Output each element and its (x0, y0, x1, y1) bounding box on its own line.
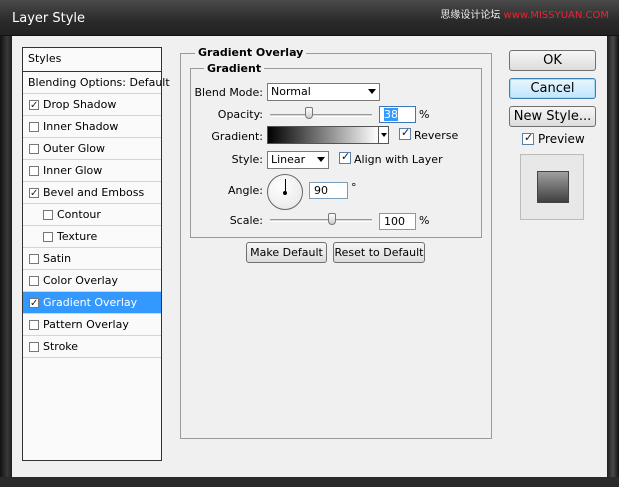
reverse-checkbox[interactable] (399, 126, 411, 140)
window-title: Layer Style (12, 11, 86, 26)
style-label: Style: (231, 153, 263, 166)
style-select[interactable]: Linear (267, 151, 329, 169)
blend-mode-select[interactable]: Normal (267, 83, 380, 101)
style-item-label: Gradient Overlay (43, 296, 138, 309)
style-item-label: Texture (57, 230, 98, 243)
layer-style-dialog: Layer Style 思缘设计论坛 www.MISSYUAN.COM Styl… (0, 0, 619, 487)
style-item-label: Pattern Overlay (43, 318, 129, 331)
style-item-label: Outer Glow (43, 142, 106, 155)
angle-label: Angle: (227, 184, 263, 197)
style-item-label: Bevel and Emboss (43, 186, 145, 199)
styles-header[interactable]: Styles (23, 48, 161, 72)
styles-list: Styles Blending Options: Default Drop Sha… (22, 47, 170, 461)
opacity-value: 38 (384, 108, 398, 121)
reverse-label: Reverse (414, 129, 459, 142)
angle-center-dot (283, 191, 287, 195)
style-item-checkbox[interactable] (29, 342, 39, 352)
style-item-checkbox[interactable] (29, 320, 39, 330)
style-item-texture[interactable]: Texture (23, 226, 161, 248)
gradient-picker-dropdown[interactable] (378, 126, 389, 144)
blend-mode-value: Normal (271, 85, 311, 98)
right-frame (607, 36, 619, 487)
style-item-checkbox[interactable] (29, 95, 39, 117)
make-default-button[interactable]: Make Default (246, 242, 327, 263)
style-item-label: Satin (43, 252, 72, 265)
gradient-picker-swatch[interactable] (267, 126, 379, 144)
preview-checkbox[interactable] (522, 131, 534, 145)
chevron-down-icon (381, 133, 387, 137)
style-item-inner-glow[interactable]: Inner Glow (23, 160, 161, 182)
scale-input[interactable]: 100 (379, 213, 416, 230)
gradient-group-title: Gradient (204, 62, 265, 75)
styles-rows: Blending Options: Default Drop Shadow Inne… (23, 72, 170, 358)
style-item-checkbox[interactable] (29, 293, 39, 315)
style-item-checkbox[interactable] (29, 276, 39, 286)
style-item-checkbox[interactable] (43, 210, 53, 220)
style-item-stroke[interactable]: Stroke (23, 336, 161, 358)
style-item-satin[interactable]: Satin (23, 248, 161, 270)
gradient-overlay-title: Gradient Overlay (195, 46, 307, 59)
preview-swatch (537, 171, 569, 203)
opacity-slider-thumb[interactable] (304, 107, 313, 119)
dialog-client: Styles Blending Options: Default Drop Sha… (12, 36, 607, 477)
scale-unit: % (419, 214, 430, 227)
style-item-blending-options-default[interactable]: Blending Options: Default (23, 72, 170, 94)
style-item-checkbox[interactable] (29, 183, 39, 205)
scale-slider-track[interactable] (270, 219, 372, 222)
angle-input[interactable]: 90 (309, 182, 348, 199)
style-item-label: Blending Options: Default (28, 76, 170, 89)
scale-slider-thumb[interactable] (328, 213, 336, 225)
style-item-gradient-overlay[interactable]: Gradient Overlay (23, 292, 161, 315)
watermark-prefix: 思缘设计论坛 (440, 10, 504, 21)
style-item-checkbox[interactable] (29, 144, 39, 154)
style-value: Linear (271, 153, 306, 166)
style-item-pattern-overlay[interactable]: Pattern Overlay (23, 314, 161, 336)
preview-label: Preview (538, 132, 585, 146)
style-item-checkbox[interactable] (29, 166, 39, 176)
blend-mode-label: Blend Mode: (194, 86, 264, 99)
style-item-outer-glow[interactable]: Outer Glow (23, 138, 161, 160)
style-item-label: Stroke (43, 340, 79, 353)
style-item-label: Inner Glow (43, 164, 103, 177)
ok-button[interactable]: OK (509, 50, 596, 71)
angle-dial[interactable] (267, 174, 303, 210)
opacity-input[interactable]: 38 (379, 106, 416, 123)
style-item-color-overlay[interactable]: Color Overlay (23, 270, 161, 292)
style-item-bevel-and-emboss[interactable]: Bevel and Emboss (23, 182, 161, 205)
angle-unit: ° (351, 181, 357, 194)
new-style-button[interactable]: New Style... (509, 106, 596, 127)
chevron-down-icon (368, 89, 376, 94)
reset-to-default-button[interactable]: Reset to Default (333, 242, 425, 263)
style-item-checkbox[interactable] (29, 122, 39, 132)
style-item-contour[interactable]: Contour (23, 204, 161, 226)
opacity-slider-track[interactable] (270, 114, 372, 117)
opacity-label: Opacity: (217, 108, 263, 121)
align-with-layer-label: Align with Layer (354, 153, 443, 166)
style-item-drop-shadow[interactable]: Drop Shadow (23, 94, 161, 117)
style-item-label: Inner Shadow (43, 120, 119, 133)
opacity-unit: % (419, 108, 430, 121)
style-preview (520, 154, 584, 220)
title-bar[interactable]: Layer Style 思缘设计论坛 www.MISSYUAN.COM (0, 0, 619, 36)
style-item-label: Contour (57, 208, 101, 221)
style-item-inner-shadow[interactable]: Inner Shadow (23, 116, 161, 138)
style-item-checkbox[interactable] (43, 232, 53, 242)
style-item-label: Color Overlay (43, 274, 118, 287)
gradient-label: Gradient: (211, 130, 263, 143)
style-item-label: Drop Shadow (43, 98, 117, 111)
cancel-button[interactable]: Cancel (509, 78, 596, 99)
chevron-down-icon (317, 157, 325, 162)
bottom-frame (0, 477, 619, 487)
scale-label: Scale: (229, 214, 263, 227)
watermark: 思缘设计论坛 www.MISSYUAN.COM (440, 6, 609, 21)
left-frame (0, 36, 12, 487)
watermark-site: www.MISSYUAN.COM (503, 10, 609, 21)
style-item-checkbox[interactable] (29, 254, 39, 264)
align-with-layer-checkbox[interactable] (339, 150, 351, 164)
